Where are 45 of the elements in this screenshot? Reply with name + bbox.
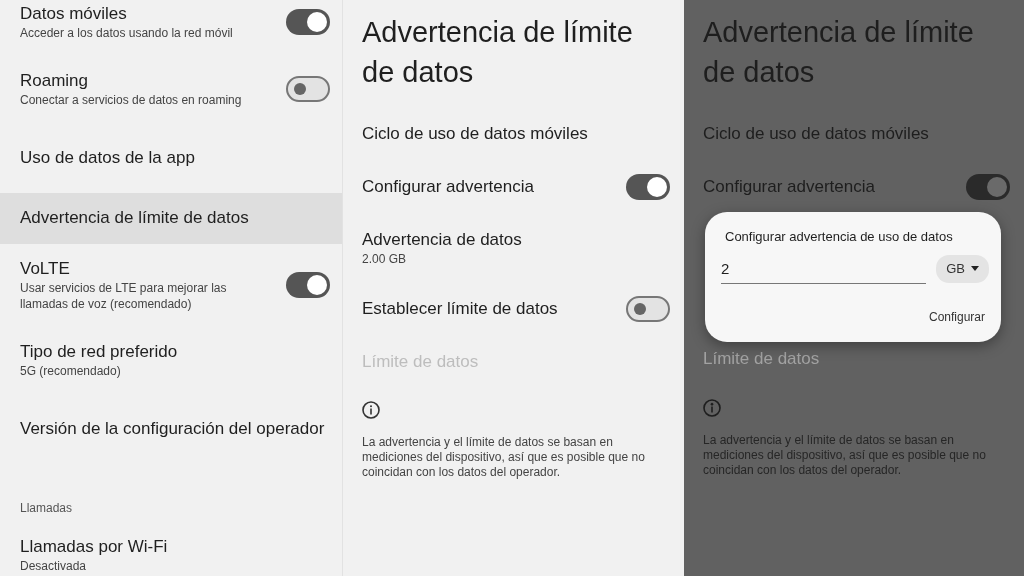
toggle-switch[interactable]	[966, 173, 1010, 200]
info-note: La advertencia y el límite de datos se basan en mediciones del dispositivo, así que es posible que no coincidan con los datos del operador.	[702, 431, 987, 478]
item-title: Advertencia de límite de datos	[20, 207, 249, 229]
item-title: Datos móviles	[20, 3, 128, 25]
settings-item[interactable]: Versión de la configuración del operador	[0, 394, 342, 464]
item-title: Llamadas por Wi-Fi	[20, 536, 168, 558]
number-input-field[interactable]: 2	[721, 254, 926, 284]
item-title: VoLTE	[20, 258, 71, 280]
toggle-switch[interactable]	[626, 295, 670, 322]
item-subtitle: Conectar a servicios de datos en roaming	[20, 92, 242, 108]
settings-item[interactable]: Datos móviles Acceder a los datos usando la red móvil	[0, 0, 342, 56]
item-subtitle: Usar servicios de LTE para mejorar las llamadas de voz (recomendado)	[20, 280, 228, 312]
item-title: Roaming	[20, 70, 90, 92]
section-header: Llamadas	[20, 500, 74, 516]
row-title[interactable]: Advertencia de datos	[362, 228, 522, 251]
item-title: Versión de la configuración del operador	[20, 417, 325, 440]
settings-item[interactable]: Tipo de red preferido 5G (recomendado)	[0, 327, 342, 394]
screen-title: Advertencia de límite de datos	[361, 15, 634, 90]
info-icon	[703, 398, 721, 417]
row-title[interactable]: Configurar advertencia	[362, 175, 534, 198]
info-note: La advertencia y el límite de datos se basan en mediciones del dispositivo, así que es posible que no coincidan con los datos del operador.	[361, 434, 646, 480]
info-icon	[362, 401, 380, 419]
item-subtitle: 5G (recomendado)	[20, 363, 122, 379]
caret-icon	[971, 266, 979, 272]
row-subtitle: 2.00 GB	[362, 250, 408, 267]
item-subtitle: Desactivada	[20, 558, 88, 574]
dialog-title: Configurar advertencia de uso de datos	[724, 228, 954, 246]
unit-dropdown[interactable]: GB	[936, 255, 989, 283]
row-title: Límite de datos	[703, 348, 820, 370]
toggle-switch[interactable]	[286, 9, 330, 35]
toggle-switch[interactable]	[626, 173, 670, 200]
item-title: Tipo de red preferido	[20, 341, 178, 363]
settings-item[interactable]: Uso de datos de la app	[0, 123, 342, 193]
row-title[interactable]: Establecer límite de datos	[362, 297, 558, 320]
settings-item[interactable]: Llamadas por Wi-Fi Desactivada	[0, 522, 342, 576]
item-subtitle: Acceder a los datos usando la red móvil	[20, 25, 233, 41]
settings-item[interactable]: Advertencia de límite de datos	[0, 193, 342, 244]
toggle-switch[interactable]	[286, 76, 330, 102]
settings-item[interactable]: VoLTE Usar servicios de LTE para mejorar las llamadas de voz (recomendado)	[0, 244, 342, 327]
confirm-button[interactable]: Configurar	[924, 307, 989, 326]
toggle-switch[interactable]	[286, 272, 330, 298]
screen-title: Advertencia de límite de datos	[702, 15, 975, 90]
item-title: Uso de datos de la app	[20, 146, 195, 169]
row-title[interactable]: Ciclo de uso de datos móviles	[362, 122, 588, 145]
settings-item[interactable]: Roaming Conectar a servicios de datos en roaming	[0, 56, 342, 123]
